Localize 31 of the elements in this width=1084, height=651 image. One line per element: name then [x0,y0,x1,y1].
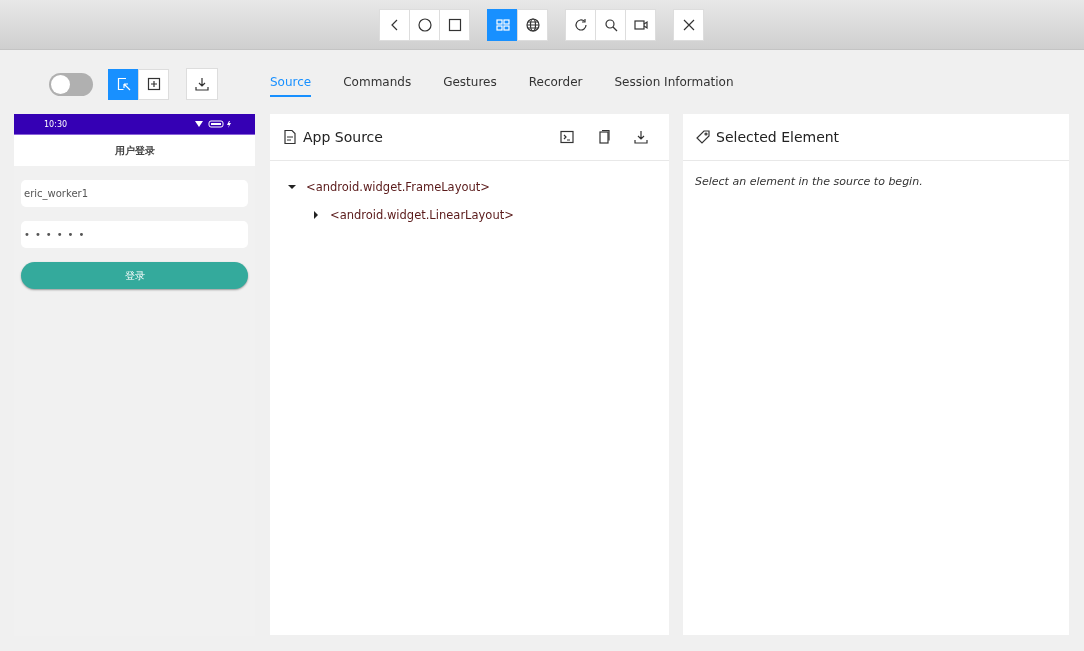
username-field[interactable]: eric_worker1 [21,180,248,207]
expanded-caret-icon[interactable] [288,183,296,191]
terminal-icon [559,129,575,145]
square-icon [446,16,463,33]
tag-icon [695,129,711,145]
tab[interactable]: Recorder [528,69,583,97]
tree-node-label[interactable]: <android.widget.FrameLayout> [306,180,490,194]
plus-square-icon [145,76,162,92]
download-button[interactable] [186,68,218,100]
panel-title: Selected Element [716,129,841,145]
tab[interactable]: Gestures [443,69,497,97]
screen-title: 用户登录 [14,135,255,166]
download-icon [194,76,210,92]
panel-title: App Source [303,129,384,145]
refresh-icon [572,16,589,33]
globe-icon [524,16,541,33]
home-circle-icon [416,16,433,33]
tab[interactable]: Commands [343,69,412,97]
collapsed-caret-icon[interactable] [312,211,320,219]
tree-node-label[interactable]: <android.widget.LinearLayout> [330,208,514,222]
password-field[interactable]: •••••• [21,221,248,248]
status-time: 10:30 [44,119,68,129]
document-icon [282,129,298,145]
select-cursor-icon [115,76,132,92]
grid-icon [494,16,511,33]
download-icon [633,129,649,145]
empty-message: Select an element in the source to begin. [694,174,924,190]
toggle-switch[interactable] [49,72,93,96]
tab[interactable]: Session Information [614,69,734,97]
copy-icon [596,129,612,145]
search-icon [602,16,619,33]
